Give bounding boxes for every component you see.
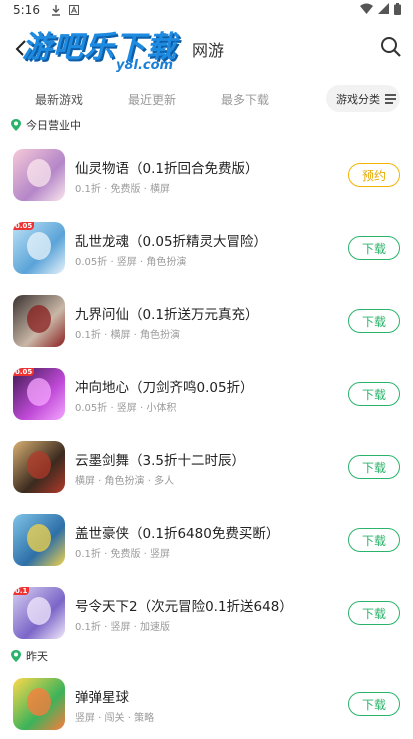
game-thumbnail[interactable] <box>13 441 65 493</box>
game-thumbnail[interactable]: 0.1 <box>13 587 65 639</box>
game-thumbnail[interactable] <box>13 149 65 201</box>
download-button[interactable]: 下载 <box>348 601 400 625</box>
app-header: 游吧乐下载 y8l.com 网游 <box>0 20 413 80</box>
download-status-icon <box>50 4 62 16</box>
page-title: 网游 <box>192 41 225 60</box>
discount-tag: 0.1 <box>13 587 30 595</box>
game-thumbnail[interactable] <box>13 295 65 347</box>
game-name[interactable]: 弹弹星球 <box>75 686 129 706</box>
location-pin-icon <box>11 650 21 662</box>
game-category-button[interactable]: 游戏分类 <box>326 85 400 112</box>
download-button[interactable]: 下载 <box>348 692 400 716</box>
game-meta: 横屏 · 角色扮演 · 多人 <box>75 476 175 487</box>
signal-icon <box>378 3 389 17</box>
game-row[interactable]: 弹弹星球 竖屏 · 闯关 · 策略 下载 <box>0 669 413 739</box>
game-meta: 0.05折 · 竖屏 · 角色扮演 <box>75 257 187 268</box>
discount-tag: 0.05 <box>13 222 35 230</box>
wifi-icon <box>360 3 373 17</box>
status-time: 5:16 <box>13 3 40 17</box>
discount-tag: 0.05 <box>13 368 35 376</box>
download-button[interactable]: 下载 <box>348 309 400 333</box>
game-row[interactable]: 0.1 号令天下2（次元冒险0.1折送648） 0.1折 · 竖屏 · 加速版 … <box>0 578 413 648</box>
tab-newest-games[interactable]: 最新游戏 <box>35 91 83 109</box>
game-meta: 竖屏 · 闯关 · 策略 <box>75 713 155 724</box>
game-meta: 0.1折 · 免费版 · 竖屏 <box>75 549 170 560</box>
game-meta: 0.1折 · 横屏 · 角色扮演 <box>75 330 180 341</box>
section-yesterday-label: 昨天 <box>26 650 48 663</box>
download-button[interactable]: 下载 <box>348 455 400 479</box>
game-thumbnail[interactable]: 0.05 <box>13 368 65 420</box>
location-pin-icon <box>11 119 21 131</box>
tab-recently-updated[interactable]: 最近更新 <box>128 91 176 108</box>
thumbnail-character <box>27 232 51 260</box>
game-name[interactable]: 号令天下2（次元冒险0.1折送648） <box>75 595 293 615</box>
download-button[interactable]: 下载 <box>348 528 400 552</box>
section-yesterday: 昨天 <box>11 648 48 664</box>
game-name[interactable]: 冲向地心（刀剑齐鸣0.05折） <box>75 376 254 396</box>
game-thumbnail[interactable] <box>13 514 65 566</box>
search-icon <box>381 37 401 57</box>
search-button[interactable] <box>380 36 404 60</box>
thumbnail-character <box>27 378 51 406</box>
thumbnail-character <box>27 524 51 552</box>
game-row[interactable]: 盖世豪侠（0.1折6480免费买断） 0.1折 · 免费版 · 竖屏 下载 <box>0 505 413 575</box>
status-bar: 5:16 <box>0 0 413 20</box>
logo-domain: y8l.com <box>116 58 174 73</box>
notification-a-icon <box>68 4 80 16</box>
game-row[interactable]: 0.05 乱世龙魂（0.05折精灵大冒险） 0.05折 · 竖屏 · 角色扮演 … <box>0 213 413 283</box>
game-name[interactable]: 九界问仙（0.1折送万元真充） <box>75 303 258 323</box>
download-button[interactable]: 下载 <box>348 382 400 406</box>
thumbnail-character <box>27 688 51 716</box>
game-thumbnail[interactable]: 0.05 <box>13 222 65 274</box>
game-name[interactable]: 盖世豪侠（0.1折6480免费买断） <box>75 522 279 542</box>
game-name[interactable]: 云墨剑舞（3.5折十二时辰） <box>75 449 245 469</box>
battery-icon <box>394 2 401 18</box>
game-row[interactable]: 九界问仙（0.1折送万元真充） 0.1折 · 横屏 · 角色扮演 下载 <box>0 286 413 356</box>
section-today-label: 今日营业中 <box>26 119 81 132</box>
thumbnail-character <box>27 451 51 479</box>
game-row[interactable]: 云墨剑舞（3.5折十二时辰） 横屏 · 角色扮演 · 多人 下载 <box>0 432 413 502</box>
thumbnail-character <box>27 159 51 187</box>
game-row[interactable]: 仙灵物语（0.1折回合免费版） 0.1折 · 免费版 · 横屏 预约 <box>0 140 413 210</box>
site-logo[interactable]: 游吧乐下载 y8l.com <box>22 22 184 80</box>
game-meta: 0.05折 · 竖屏 · 小体积 <box>75 403 177 414</box>
download-button[interactable]: 下载 <box>348 236 400 260</box>
game-category-label: 游戏分类 <box>336 92 380 106</box>
section-today: 今日营业中 <box>11 117 81 133</box>
menu-icon <box>385 94 396 104</box>
thumbnail-character <box>27 305 51 333</box>
tab-most-downloaded[interactable]: 最多下载 <box>221 91 269 108</box>
game-thumbnail[interactable] <box>13 678 65 730</box>
game-row[interactable]: 0.05 冲向地心（刀剑齐鸣0.05折） 0.05折 · 竖屏 · 小体积 下载 <box>0 359 413 429</box>
game-meta: 0.1折 · 免费版 · 横屏 <box>75 184 170 195</box>
game-name[interactable]: 仙灵物语（0.1折回合免费版） <box>75 157 258 177</box>
tab-bar: 最新游戏 最近更新 最多下载 游戏分类 <box>0 85 413 113</box>
reserve-button[interactable]: 预约 <box>348 163 400 187</box>
thumbnail-character <box>27 597 51 625</box>
game-meta: 0.1折 · 竖屏 · 加速版 <box>75 622 170 633</box>
game-name[interactable]: 乱世龙魂（0.05折精灵大冒险） <box>75 230 267 250</box>
